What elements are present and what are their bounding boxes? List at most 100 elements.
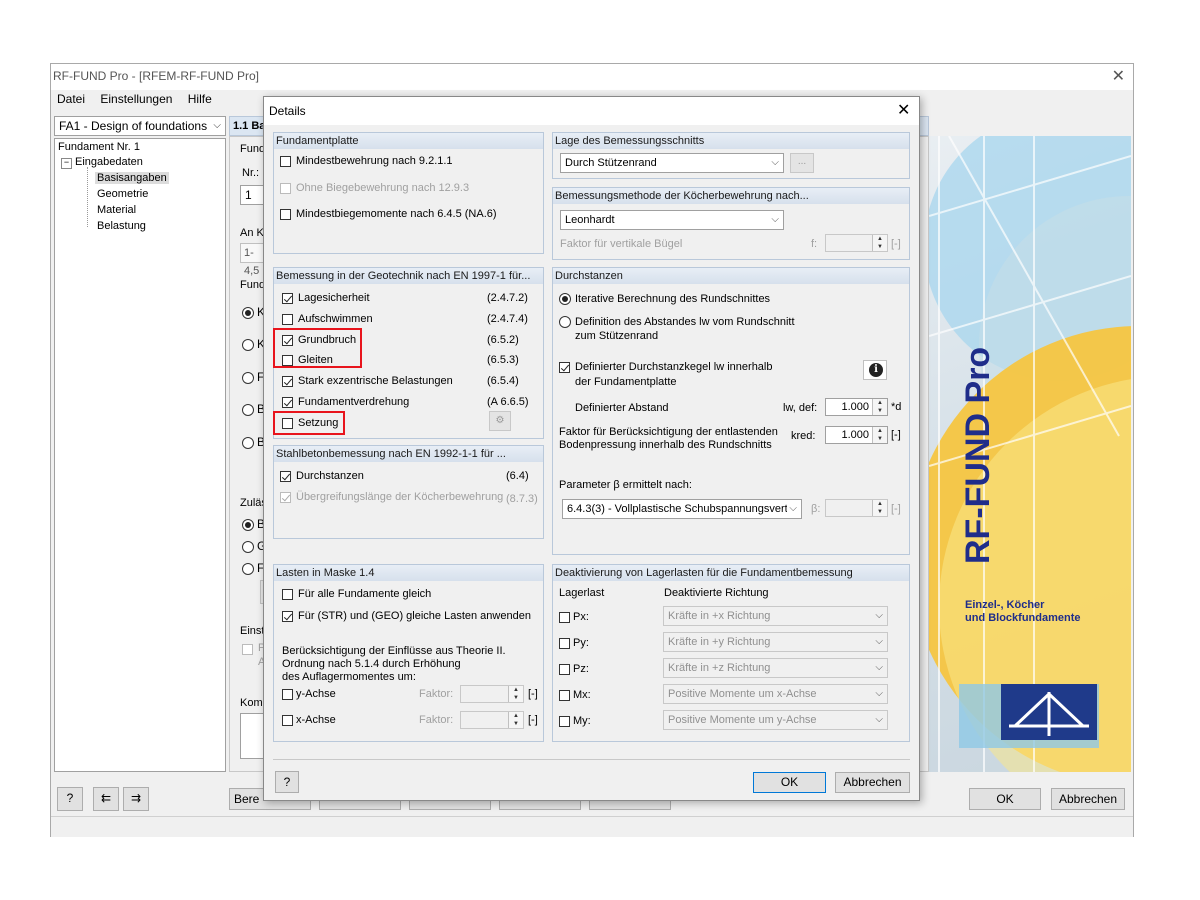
label-definition-2: zum Stützenrand bbox=[575, 330, 659, 342]
checkbox-aufschwimmen[interactable] bbox=[282, 314, 293, 325]
my-direction-select[interactable]: Positive Momente um y-Achse ⌵ bbox=[663, 710, 888, 730]
partial-checkbox[interactable] bbox=[242, 644, 253, 655]
ref-fundamentverdrehung: (A 6.6.5) bbox=[487, 396, 529, 408]
tree-item-geometrie[interactable]: Geometrie bbox=[97, 188, 148, 200]
checkbox-py[interactable] bbox=[559, 638, 570, 649]
checkbox-lagesicherheit[interactable] bbox=[282, 293, 293, 304]
faktor-buegel-spinner[interactable]: ▲ ▼ bbox=[825, 234, 888, 252]
group-header-durchstanzen: Durchstanzen bbox=[553, 268, 909, 284]
radio-definition[interactable] bbox=[559, 316, 571, 328]
methode-select-value: Leonhardt bbox=[565, 214, 615, 226]
radio-iterative[interactable] bbox=[559, 293, 571, 305]
partial-radio-7[interactable] bbox=[242, 541, 254, 553]
abstand-value: 1.000 bbox=[841, 401, 869, 413]
tree-item-material[interactable]: Material bbox=[97, 204, 136, 216]
pz-direction-select[interactable]: Kräfte in +z Richtung ⌵ bbox=[663, 658, 888, 678]
px-direction-select[interactable]: Kräfte in +x Richtung ⌵ bbox=[663, 606, 888, 626]
checkbox-durchstanzkegel[interactable] bbox=[559, 362, 570, 373]
group-header-deaktivierung: Deaktivierung von Lagerlasten für die Fu… bbox=[553, 565, 909, 581]
checkbox-mx[interactable] bbox=[559, 690, 570, 701]
banner-title: RF-FUND Pro bbox=[959, 346, 997, 564]
dialog-help-icon[interactable]: ? bbox=[275, 771, 299, 793]
label-kegel-2: der Fundamentplatte bbox=[575, 376, 677, 388]
menu-einstellungen[interactable]: Einstellungen bbox=[100, 92, 172, 106]
partial-radio-2[interactable] bbox=[242, 339, 254, 351]
main-ok-button[interactable]: OK bbox=[969, 788, 1041, 810]
menu-hilfe[interactable]: Hilfe bbox=[188, 92, 212, 106]
spinner-arrows-icon: ▲ ▼ bbox=[872, 500, 887, 516]
dialog-cancel-button[interactable]: Abbrechen bbox=[835, 772, 910, 793]
partial-radio-5[interactable] bbox=[242, 437, 254, 449]
chevron-down-icon: ⌵ bbox=[771, 157, 779, 168]
partial-label-fund: Fund bbox=[240, 143, 266, 155]
checkbox-uebergreifungslaenge[interactable] bbox=[280, 492, 291, 503]
methode-select[interactable]: Leonhardt ⌵ bbox=[560, 210, 784, 230]
symbol-f: f: bbox=[811, 238, 818, 250]
label-uebergreifungslaenge: Übergreifungslänge der Köcherbewehrung bbox=[296, 491, 504, 503]
tree-item-basisangaben[interactable]: Basisangaben bbox=[95, 172, 169, 184]
partial-radio-3[interactable] bbox=[242, 372, 254, 384]
menu-datei[interactable]: Datei bbox=[57, 92, 85, 106]
label-mx: Mx: bbox=[573, 689, 591, 701]
ref-uebergreifungslaenge: (8.7.3) bbox=[506, 493, 538, 505]
kred-spinner[interactable]: 1.000 ▲ ▼ bbox=[825, 426, 888, 444]
checkbox-pz[interactable] bbox=[559, 664, 570, 675]
import-icon[interactable]: ⇇ bbox=[93, 787, 119, 811]
partial-radio-8[interactable] bbox=[242, 563, 254, 575]
case-select[interactable]: FA1 - Design of foundations ⌵ bbox=[54, 116, 226, 136]
label-y-faktor: Faktor: bbox=[419, 688, 454, 700]
lage-select[interactable]: Durch Stützenrand ⌵ bbox=[560, 153, 784, 173]
checkbox-fundamentverdrehung[interactable] bbox=[282, 397, 293, 408]
label-theorie-3: des Auflagermomentes um: bbox=[282, 671, 416, 683]
dialog-close-icon[interactable]: ✕ bbox=[897, 100, 910, 120]
label-px: Px: bbox=[573, 611, 589, 623]
spinner-arrows-icon: ▲ ▼ bbox=[872, 427, 887, 443]
label-mindestbewehrung: Mindestbewehrung nach 9.2.1.1 bbox=[296, 155, 453, 167]
highlight-setzung bbox=[273, 411, 345, 435]
setzung-settings-icon[interactable]: ⚙ bbox=[489, 411, 511, 431]
ref-stark-exzentrisch: (6.5.4) bbox=[487, 375, 519, 387]
lage-more-button[interactable]: ... bbox=[790, 153, 814, 173]
y-factor-spinner[interactable]: ▲ ▼ bbox=[460, 685, 524, 703]
checkbox-mindestbewehrung[interactable] bbox=[280, 156, 291, 167]
checkbox-alle-fundamente[interactable] bbox=[282, 589, 293, 600]
dialog-ok-button[interactable]: OK bbox=[753, 772, 826, 793]
export-icon[interactable]: ⇉ bbox=[123, 787, 149, 811]
info-button[interactable]: i bbox=[863, 360, 887, 380]
py-direction-select[interactable]: Kräfte in +y Richtung ⌵ bbox=[663, 632, 888, 652]
checkbox-my[interactable] bbox=[559, 716, 570, 727]
checkbox-x-achse[interactable] bbox=[282, 715, 293, 726]
checkbox-mindestbiegemomente[interactable] bbox=[280, 209, 291, 220]
partial-radio-4[interactable] bbox=[242, 404, 254, 416]
checkbox-str-geo[interactable] bbox=[282, 611, 293, 622]
main-cancel-button[interactable]: Abbrechen bbox=[1051, 788, 1125, 810]
checkbox-ohne-biegebewehrung[interactable] bbox=[280, 183, 291, 194]
mx-direction-select[interactable]: Positive Momente um x-Achse ⌵ bbox=[663, 684, 888, 704]
help-icon[interactable]: ? bbox=[57, 787, 83, 811]
abstand-spinner[interactable]: 1.000 ▲ ▼ bbox=[825, 398, 888, 416]
dialog-divider bbox=[273, 759, 910, 760]
checkbox-px[interactable] bbox=[559, 612, 570, 623]
tree-item-belastung[interactable]: Belastung bbox=[97, 220, 146, 232]
checkbox-y-achse[interactable] bbox=[282, 689, 293, 700]
checkbox-durchstanzen[interactable] bbox=[280, 471, 291, 482]
label-kegel-1: Definierter Durchstanzkegel lw innerhalb bbox=[575, 361, 773, 373]
highlight-grundbruch-gleiten bbox=[273, 328, 362, 368]
label-faktor-2: Bodenpressung innerhalb des Rundschnitts bbox=[559, 439, 772, 451]
partial-radio-6[interactable] bbox=[242, 519, 254, 531]
ref-durchstanzen: (6.4) bbox=[506, 470, 529, 482]
beta-spinner[interactable]: ▲ ▼ bbox=[825, 499, 888, 517]
tree-root[interactable]: Fundament Nr. 1 bbox=[58, 141, 140, 153]
mx-direction-value: Positive Momente um x-Achse bbox=[668, 688, 817, 700]
checkbox-stark-exzentrisch[interactable] bbox=[282, 376, 293, 387]
parameter-select[interactable]: 6.4.3(3) - Vollplastische Schubspannungs… bbox=[562, 499, 802, 519]
main-close-icon[interactable]: ✕ bbox=[1112, 66, 1125, 86]
group-header-lage: Lage des Bemessungsschnitts bbox=[553, 133, 909, 149]
tree-group-eingabedaten[interactable]: Eingabedaten bbox=[75, 156, 143, 168]
main-window-title: RF-FUND Pro - [RFEM-RF-FUND Pro] bbox=[53, 69, 259, 83]
unit-faktor-buegel: [-] bbox=[891, 238, 901, 250]
x-factor-spinner[interactable]: ▲ ▼ bbox=[460, 711, 524, 729]
partial-radio-1[interactable] bbox=[242, 307, 254, 319]
label-x-achse: x-Achse bbox=[296, 714, 336, 726]
tree-collapse-icon[interactable]: − bbox=[61, 158, 72, 169]
